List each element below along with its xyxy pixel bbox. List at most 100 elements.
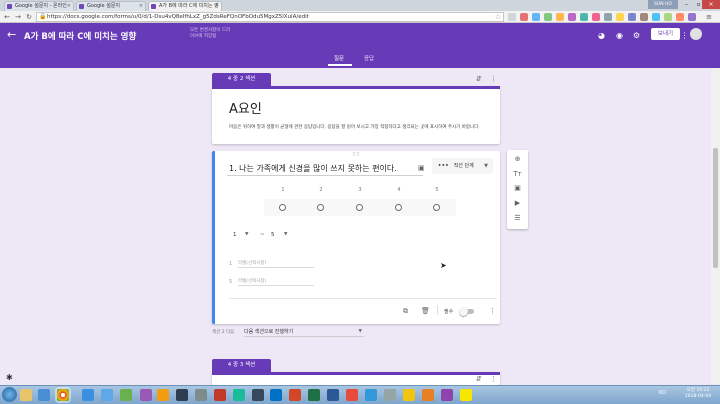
ie-icon[interactable]	[82, 389, 94, 401]
profile-badge[interactable]: SUN HO	[648, 0, 678, 9]
taskbar-app-icon[interactable]	[441, 389, 453, 401]
word-icon[interactable]	[327, 389, 339, 401]
input-language[interactable]: KO	[659, 390, 666, 396]
mouse-cursor-icon: ➤	[440, 261, 447, 270]
range-separator: ~	[260, 232, 265, 238]
close-tab-icon[interactable]: ×	[215, 2, 219, 10]
required-toggle-knob[interactable]	[459, 307, 468, 316]
extension-icon[interactable]	[520, 13, 528, 21]
browser-tab-2[interactable]: Google 설문지 ×	[76, 1, 146, 11]
reload-icon[interactable]: ↻	[24, 12, 34, 22]
range-min-select[interactable]: 1	[233, 232, 237, 238]
taskbar-app-icon[interactable]	[38, 389, 50, 401]
taskbar-app-icon[interactable]	[384, 389, 396, 401]
scale-radio	[356, 204, 363, 211]
extension-icon[interactable]	[532, 13, 540, 21]
back-arrow-icon[interactable]: ←	[7, 29, 16, 41]
avatar[interactable]	[690, 28, 702, 40]
excel-icon[interactable]	[308, 389, 320, 401]
section-more-icon[interactable]: ⋮	[490, 75, 497, 83]
kakaotalk-icon[interactable]	[460, 389, 472, 401]
palette-icon[interactable]: ◕	[597, 31, 606, 40]
add-image-icon[interactable]: ▣	[513, 184, 522, 193]
collapse-section-icon[interactable]: ⇵	[476, 375, 482, 383]
extension-icon[interactable]	[544, 13, 552, 21]
taskbar-app-icon[interactable]	[140, 389, 152, 401]
extension-icon[interactable]	[664, 13, 672, 21]
tab-responses[interactable]: 응답	[364, 54, 374, 62]
extension-icon[interactable]	[688, 13, 696, 21]
forward-icon[interactable]: →	[13, 12, 23, 22]
extension-icon[interactable]	[628, 13, 636, 21]
min-label-input[interactable]: 라벨(선택사항)	[238, 260, 314, 268]
taskbar-app-icon[interactable]	[120, 389, 132, 401]
preview-eye-icon[interactable]: ◉	[615, 31, 624, 40]
taskbar-app-icon[interactable]	[214, 389, 226, 401]
window-close-icon[interactable]: ×	[702, 0, 720, 9]
question-type-select[interactable]: ••• 직선 단계 ▼	[432, 158, 493, 174]
extension-icon[interactable]	[652, 13, 660, 21]
tab-questions[interactable]: 질문	[334, 54, 344, 62]
delete-trash-icon[interactable]: 🗑	[421, 307, 430, 315]
taskbar-app-icon[interactable]	[195, 389, 207, 401]
scrollbar-thumb[interactable]	[713, 148, 718, 268]
add-image-icon[interactable]: ▣	[418, 164, 426, 172]
bookmark-star-icon[interactable]: ☆	[493, 12, 503, 22]
taskbar-app-icon[interactable]	[233, 389, 245, 401]
extension-icon[interactable]	[556, 13, 564, 21]
chevron-down-icon[interactable]: ▼	[284, 232, 287, 237]
after-section-select[interactable]: 다음 섹션으로 진행하기 ▼	[244, 327, 364, 337]
extension-icon[interactable]	[604, 13, 612, 21]
question-title[interactable]: 1. 나는 가족에게 신경을 많이 쓰지 못하는 편이다.	[229, 163, 397, 174]
taskbar-app-icon[interactable]	[403, 389, 415, 401]
extension-icon[interactable]	[676, 13, 684, 21]
system-clock[interactable]: 오전 10:22 2018-04-04	[683, 388, 713, 400]
send-button[interactable]: 보내기	[651, 28, 680, 40]
extension-icon[interactable]	[568, 13, 576, 21]
outlook-icon[interactable]	[270, 389, 282, 401]
min-label-number: 1	[229, 261, 233, 267]
add-title-icon[interactable]: Tт	[513, 170, 522, 179]
footer-divider	[437, 305, 438, 315]
drag-handle-icon[interactable]: ⠿⠿	[352, 152, 360, 158]
extension-icon[interactable]	[616, 13, 624, 21]
more-vert-icon[interactable]: ⋮	[680, 31, 689, 40]
accessibility-icon: ✱	[6, 373, 13, 382]
back-icon[interactable]: ←	[2, 12, 12, 22]
settings-gear-icon[interactable]: ⚙	[632, 31, 641, 40]
close-tab-icon[interactable]: ×	[67, 2, 71, 10]
section-more-icon[interactable]: ⋮	[490, 375, 497, 383]
url-field[interactable]: 🔒 https://docs.google.com/forms/u/0/d/1-…	[36, 12, 504, 22]
chevron-down-icon[interactable]: ▼	[245, 232, 248, 237]
section-title[interactable]: A요인	[229, 98, 262, 117]
extension-icon[interactable]	[592, 13, 600, 21]
add-question-icon[interactable]: ⊕	[513, 155, 522, 164]
chrome-icon[interactable]	[57, 389, 69, 401]
taskbar-app-icon[interactable]	[422, 389, 434, 401]
range-max-select[interactable]: 5	[271, 232, 275, 238]
close-tab-icon[interactable]: ×	[139, 2, 143, 10]
taskbar-app-icon[interactable]	[365, 389, 377, 401]
question-more-icon[interactable]: ⋮	[489, 307, 496, 315]
taskbar-app-icon[interactable]	[101, 389, 113, 401]
extension-icon[interactable]	[640, 13, 648, 21]
taskbar-app-icon[interactable]	[157, 389, 169, 401]
extension-icon[interactable]	[580, 13, 588, 21]
collapse-section-icon[interactable]: ⇵	[476, 75, 482, 83]
taskbar-app-icon[interactable]	[176, 389, 188, 401]
max-label-input[interactable]: 라벨(선택사항)	[238, 278, 314, 286]
duplicate-icon[interactable]: ⧉	[403, 307, 408, 316]
browser-tab-1[interactable]: Google 설문지 - 온라인 ×	[4, 1, 74, 11]
section-description[interactable]: 마음은 위하여 말과 생활이 균형에 관한 응답입니다. 응답을 잘 읽어 보시…	[229, 124, 495, 131]
explorer-icon[interactable]	[20, 389, 32, 401]
chrome-menu-icon[interactable]: ≡	[704, 12, 714, 22]
form-title[interactable]: A가 B에 따라 C에 미치는 영향	[24, 30, 136, 42]
add-video-icon[interactable]: ▶	[513, 199, 522, 208]
add-section-icon[interactable]: ☰	[513, 214, 522, 223]
start-button[interactable]	[2, 387, 17, 402]
taskbar-app-icon[interactable]	[252, 389, 264, 401]
taskbar-app-icon[interactable]	[346, 389, 358, 401]
powerpoint-icon[interactable]	[289, 389, 301, 401]
extension-icon[interactable]	[508, 13, 516, 21]
browser-tab-3[interactable]: A가 B에 따라 C에 미치는 영 ×	[148, 1, 222, 11]
